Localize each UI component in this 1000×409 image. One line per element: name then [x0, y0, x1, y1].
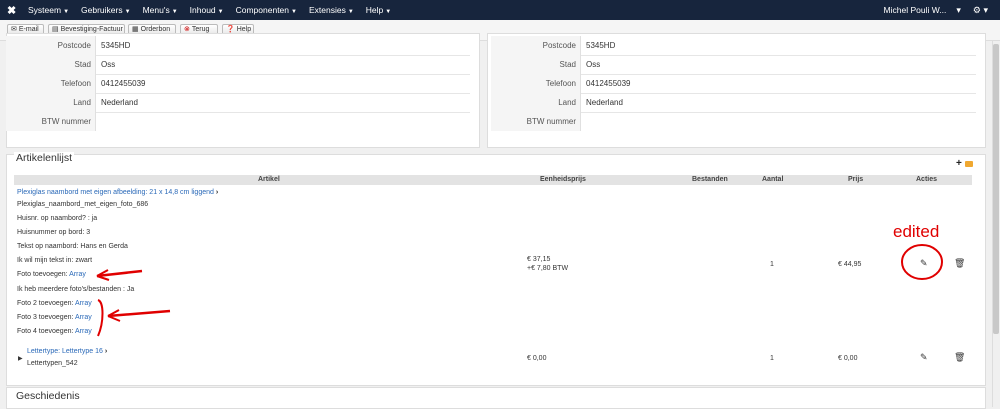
annotation-bracket: [97, 299, 104, 337]
annotation-circle: [901, 244, 943, 280]
annotation-overlay: [96, 244, 943, 337]
history-panel: [6, 387, 986, 409]
history-title: Geschiedenis: [14, 390, 82, 402]
scrollbar-thumb[interactable]: [993, 44, 999, 334]
